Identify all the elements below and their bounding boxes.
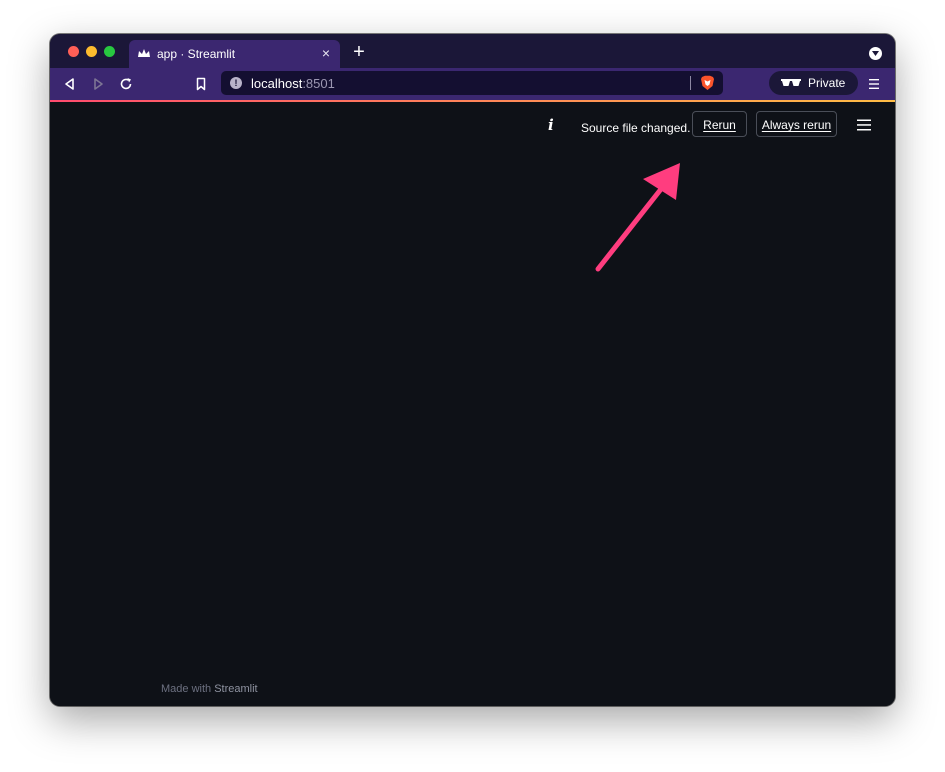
footer: Made with Streamlit xyxy=(161,683,258,695)
streamlit-crown-icon xyxy=(138,49,150,57)
info-icon: i xyxy=(548,116,554,134)
private-window-badge[interactable]: Private xyxy=(769,71,858,95)
zoom-window-button[interactable] xyxy=(104,46,115,57)
close-window-button[interactable] xyxy=(68,46,79,57)
reload-icon[interactable] xyxy=(118,76,134,92)
url-text[interactable]: localhost:8501 xyxy=(251,76,335,91)
source-changed-message: Source file changed. xyxy=(581,121,691,135)
footer-made-with: Made with xyxy=(161,683,212,695)
tab-bar: app · Streamlit × + xyxy=(50,34,895,68)
url-divider xyxy=(690,76,691,90)
back-icon[interactable] xyxy=(62,76,78,92)
streamlit-app-content: i Source file changed. Rerun Always reru… xyxy=(50,102,895,706)
forward-icon[interactable] xyxy=(90,76,106,92)
new-tab-button[interactable]: + xyxy=(351,42,367,62)
app-menu-icon[interactable] xyxy=(857,119,871,131)
annotation-arrow xyxy=(595,163,680,272)
browser-toolbar: ! localhost:8501 Private xyxy=(50,68,895,100)
tab-app-streamlit[interactable]: app · Streamlit × xyxy=(129,40,340,68)
url-bar[interactable]: ! localhost:8501 xyxy=(221,71,723,95)
rerun-button[interactable]: Rerun xyxy=(692,111,747,137)
tab-close-icon[interactable]: × xyxy=(318,45,334,61)
brave-shield-icon[interactable] xyxy=(700,75,715,91)
private-glasses-icon xyxy=(781,79,801,86)
url-host: localhost xyxy=(251,76,303,91)
minimize-window-button[interactable] xyxy=(86,46,97,57)
browser-window: app · Streamlit × + ! localhost:8501 Pri… xyxy=(50,34,895,706)
footer-streamlit-link[interactable]: Streamlit xyxy=(214,683,257,695)
site-info-icon[interactable]: ! xyxy=(230,77,242,89)
hamburger-menu-icon[interactable] xyxy=(868,78,880,90)
always-rerun-button[interactable]: Always rerun xyxy=(756,111,837,137)
tab-list-chevron-icon[interactable] xyxy=(869,47,882,60)
private-label: Private xyxy=(808,76,846,90)
bookmark-icon[interactable] xyxy=(193,76,209,92)
tab-title: app · Streamlit xyxy=(157,47,236,61)
url-port: :8501 xyxy=(302,76,335,91)
